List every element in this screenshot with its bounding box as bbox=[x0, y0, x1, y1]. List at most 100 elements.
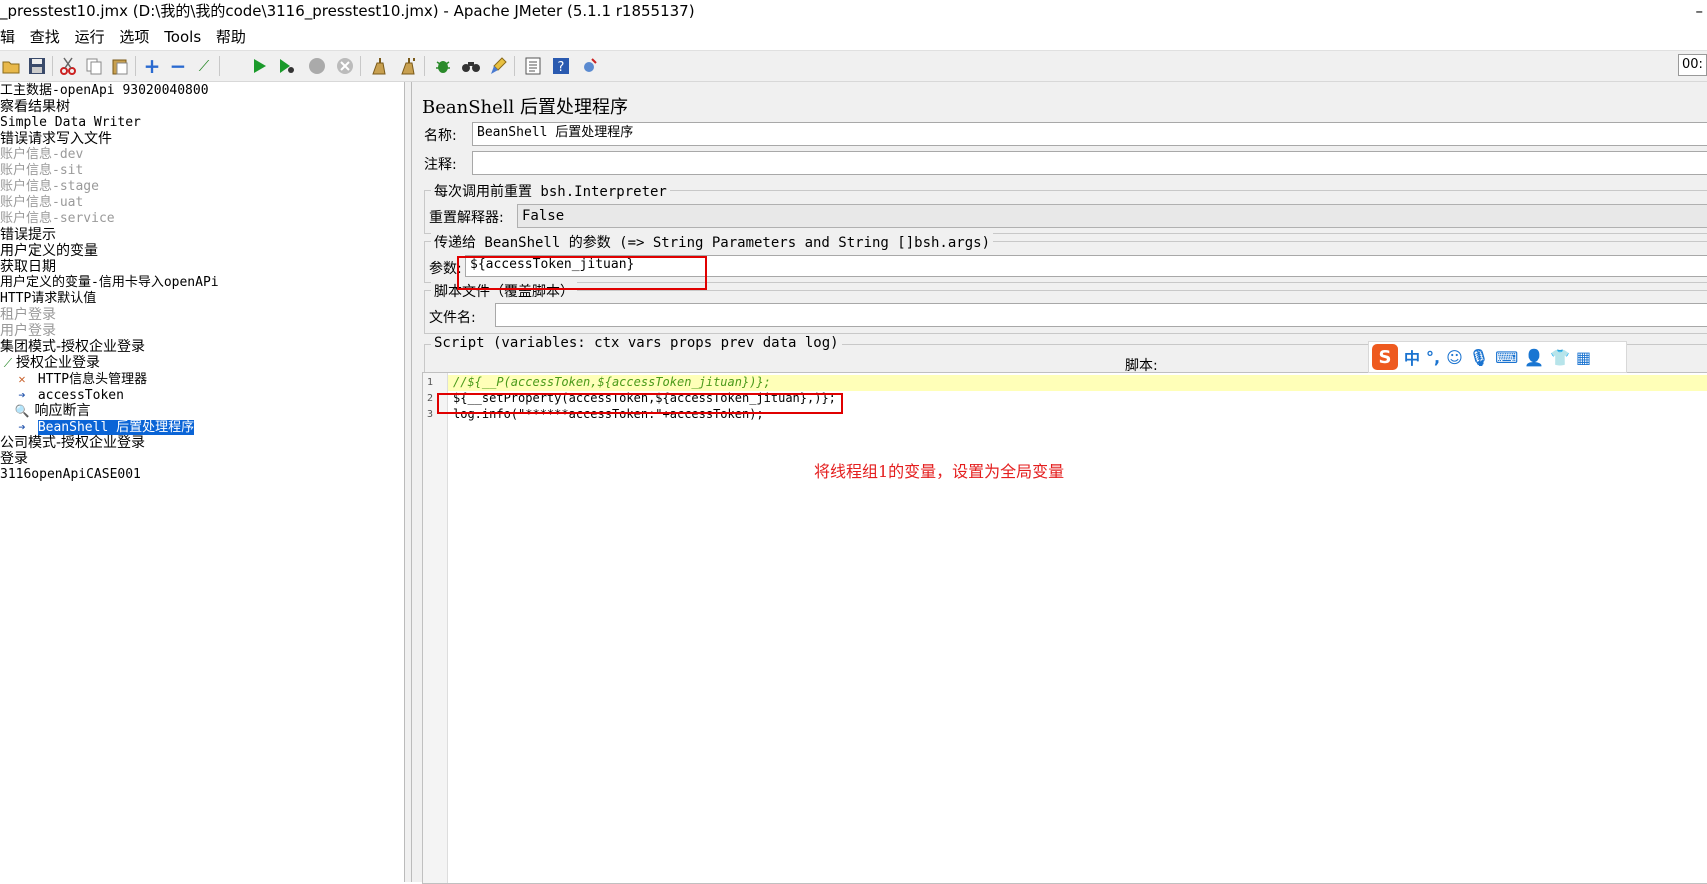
remote-icon[interactable] bbox=[578, 55, 600, 77]
tree-item[interactable]: 🔍 响应断言 bbox=[14, 403, 91, 419]
function-helper-icon[interactable] bbox=[432, 55, 454, 77]
split-pane-divider[interactable] bbox=[405, 82, 412, 882]
tree-item[interactable]: HTTP请求默认值 bbox=[0, 291, 96, 307]
tree-item[interactable]: 获取日期 bbox=[0, 259, 56, 275]
tree-item[interactable]: Simple Data Writer bbox=[0, 115, 141, 131]
reset-interpreter-select[interactable]: False bbox=[517, 204, 1707, 228]
tree-item-selected: BeanShell 后置处理程序 bbox=[37, 420, 195, 435]
ime-punctuation[interactable]: °, bbox=[1426, 348, 1440, 367]
toolbar: + − ⟋ ? 00: bbox=[0, 50, 1707, 82]
reset-label: 重置解释器: bbox=[429, 210, 504, 226]
window-title: _presstest10.jmx (D:\我的\我的code\3116_pres… bbox=[0, 2, 695, 20]
name-input[interactable]: BeanShell 后置处理程序 bbox=[472, 122, 1707, 146]
params-group-title: 传递给 BeanShell 的参数 (=> String Parameters … bbox=[431, 232, 994, 252]
open-icon[interactable] bbox=[0, 55, 22, 77]
tree-item[interactable]: 租户登录 bbox=[0, 307, 56, 323]
clear-icon[interactable] bbox=[368, 55, 390, 77]
filename-label: 文件名: bbox=[429, 310, 476, 326]
menu-bar: 辑 查找 运行 选项 Tools 帮助 bbox=[0, 26, 1707, 48]
tree-item[interactable]: ➔ accessToken bbox=[14, 387, 124, 403]
grid-icon[interactable]: ▦ bbox=[1576, 348, 1591, 367]
menu-tools[interactable]: Tools bbox=[164, 28, 201, 46]
highlight-box-script-line bbox=[437, 393, 843, 414]
start-icon[interactable] bbox=[249, 55, 271, 77]
highlight-box-parameters bbox=[457, 256, 707, 290]
menu-help[interactable]: 帮助 bbox=[216, 28, 246, 46]
menu-run[interactable]: 运行 bbox=[75, 28, 105, 46]
comment-label: 注释: bbox=[424, 157, 457, 173]
skin-icon[interactable]: 👕 bbox=[1550, 348, 1570, 367]
script-group-title: Script (variables: ctx vars props prev d… bbox=[431, 335, 842, 351]
tree-item[interactable]: 账户信息-sit bbox=[0, 163, 83, 179]
script-editor[interactable]: 1 2 3 //${__P(accessToken,${accessToken_… bbox=[422, 372, 1707, 884]
tree-item[interactable]: 用户登录 bbox=[0, 323, 56, 339]
tree-item[interactable]: 错误请求写入文件 bbox=[0, 131, 112, 147]
title-bar: _presstest10.jmx (D:\我的\我的code\3116_pres… bbox=[0, 0, 1707, 24]
tree-item[interactable]: ⟋ 授权企业登录 bbox=[0, 355, 100, 371]
paste-icon[interactable] bbox=[109, 55, 131, 77]
post-processor-icon: ➔ bbox=[18, 420, 26, 434]
reset-interpreter-group: 每次调用前重置 bsh.Interpreter 重置解释器: False bbox=[424, 181, 1707, 234]
magnifier-icon: 🔍 bbox=[14, 404, 30, 418]
sogou-logo-icon[interactable]: S bbox=[1372, 344, 1398, 370]
name-label: 名称: bbox=[424, 128, 457, 144]
svg-text:?: ? bbox=[558, 60, 565, 75]
tree-item[interactable]: 用户定义的变量 bbox=[0, 243, 98, 259]
tree-item[interactable]: 察看结果树 bbox=[0, 99, 70, 115]
start-no-pause-icon[interactable] bbox=[276, 55, 298, 77]
comment-input[interactable] bbox=[472, 151, 1707, 175]
script-file-group: 脚本文件（覆盖脚本） 文件名: bbox=[424, 281, 1707, 334]
copy-icon[interactable] bbox=[83, 55, 105, 77]
tree-item[interactable]: 工主数据-openApi 93020040800 bbox=[0, 83, 209, 99]
tree-item[interactable]: 集团模式-授权企业登录 bbox=[0, 339, 145, 355]
tree-item[interactable]: 错误提示 bbox=[0, 227, 56, 243]
templates-icon[interactable] bbox=[522, 55, 544, 77]
tree-item[interactable]: 账户信息-service bbox=[0, 211, 115, 227]
line-number: 1 bbox=[427, 377, 434, 388]
annotation-text: 将线程组1的变量，设置为全局变量 bbox=[814, 462, 1065, 481]
reset-group-title: 每次调用前重置 bsh.Interpreter bbox=[431, 181, 670, 201]
cut-icon[interactable] bbox=[57, 55, 79, 77]
collapse-icon[interactable]: − bbox=[167, 54, 189, 78]
tree-item[interactable]: ➔ BeanShell 后置处理程序 bbox=[14, 419, 195, 435]
beanshell-editor-panel: BeanShell 后置处理程序 名称: BeanShell 后置处理程序 注释… bbox=[412, 82, 1707, 884]
minimize-button[interactable]: – bbox=[1696, 0, 1704, 22]
tree-item[interactable]: 公司模式-授权企业登录 bbox=[0, 435, 145, 451]
emoji-icon[interactable]: ☺ bbox=[1446, 348, 1463, 367]
user-icon[interactable]: 👤 bbox=[1524, 348, 1544, 367]
page-title: BeanShell 后置处理程序 bbox=[422, 97, 629, 118]
code-line: //${__P(accessToken,${accessToken_jituan… bbox=[453, 375, 771, 389]
tree-item[interactable]: 登录 bbox=[0, 451, 28, 467]
help-icon[interactable]: ? bbox=[550, 55, 572, 77]
line-number: 3 bbox=[427, 409, 434, 420]
tree-item[interactable]: 账户信息-uat bbox=[0, 195, 83, 211]
menu-options[interactable]: 选项 bbox=[119, 28, 149, 46]
tree-item[interactable]: 账户信息-stage bbox=[0, 179, 99, 195]
menu-edit[interactable]: 辑 bbox=[0, 28, 15, 46]
search-icon[interactable] bbox=[460, 55, 482, 77]
line-number-gutter bbox=[423, 373, 448, 883]
sampler-icon: ⟋ bbox=[3, 356, 13, 370]
shutdown-icon[interactable] bbox=[334, 55, 356, 77]
tools-icon: ✕ bbox=[18, 372, 26, 386]
expand-icon[interactable]: + bbox=[141, 54, 163, 78]
filename-input[interactable] bbox=[495, 303, 1707, 327]
tree-item[interactable]: 3116openApiCASE001 bbox=[0, 467, 141, 483]
save-icon[interactable] bbox=[26, 55, 48, 77]
reset-search-icon[interactable] bbox=[488, 55, 510, 77]
elapsed-timer: 00: bbox=[1678, 54, 1707, 76]
post-processor-icon: ➔ bbox=[18, 388, 26, 402]
tree-item[interactable]: 账户信息-dev bbox=[0, 147, 83, 163]
clear-all-icon[interactable] bbox=[398, 55, 420, 77]
mic-icon[interactable]: 🎙 bbox=[1469, 348, 1489, 367]
tree-item[interactable]: ✕ HTTP信息头管理器 bbox=[14, 371, 147, 387]
line-number: 2 bbox=[427, 393, 434, 404]
toggle-icon[interactable]: ⟋ bbox=[193, 55, 215, 77]
tree-item[interactable]: 用户定义的变量-信用卡导入openAPi bbox=[0, 275, 219, 291]
ime-toolbar: S 中 °, ☺ 🎙 ⌨ 👤 👕 ▦ bbox=[1368, 341, 1627, 373]
ime-mode[interactable]: 中 bbox=[1404, 345, 1420, 369]
stop-icon[interactable] bbox=[306, 55, 328, 77]
test-plan-tree: 工主数据-openApi 93020040800 察看结果树 Simple Da… bbox=[0, 82, 405, 882]
menu-search[interactable]: 查找 bbox=[30, 28, 60, 46]
keyboard-icon[interactable]: ⌨ bbox=[1495, 348, 1518, 367]
